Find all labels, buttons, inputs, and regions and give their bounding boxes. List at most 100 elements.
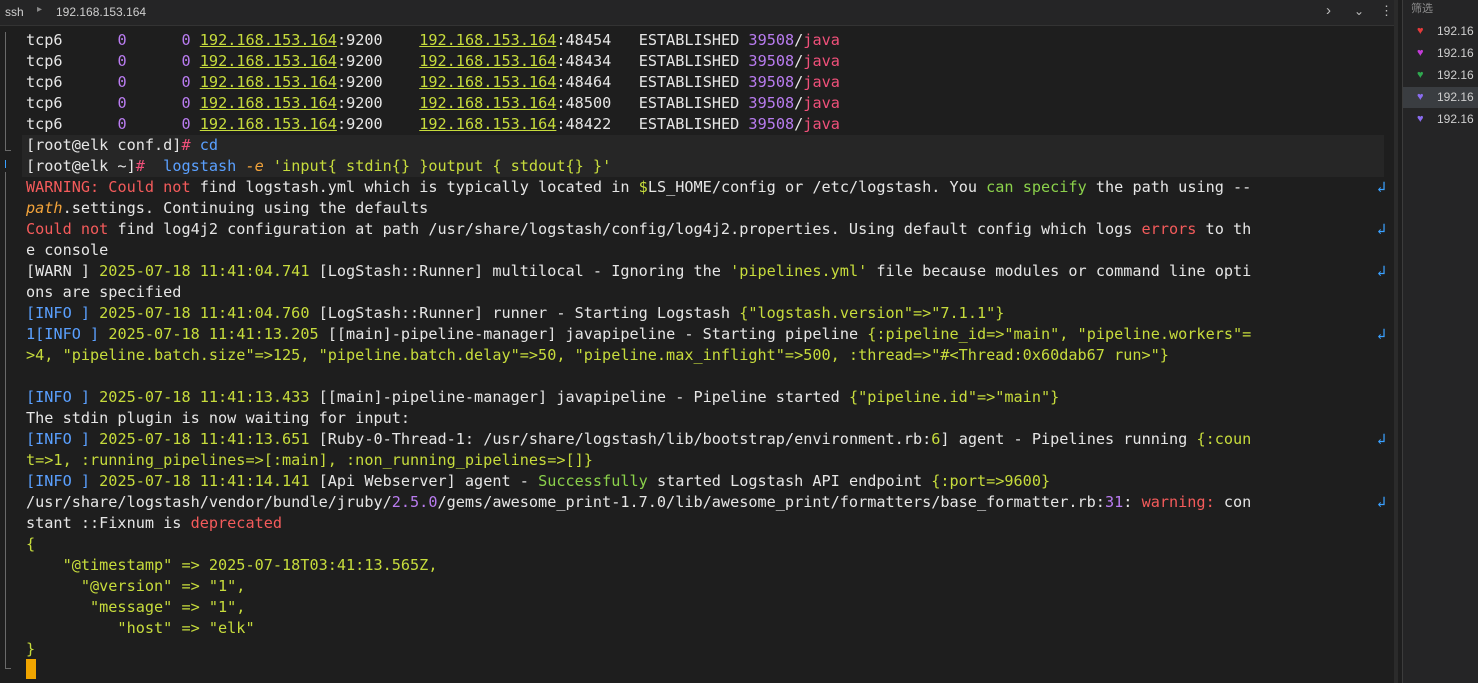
heart-icon: ♥ — [1417, 69, 1424, 81]
terminal-text: started Logstash API endpoint — [647, 472, 932, 490]
terminal-text: :48500 — [556, 94, 612, 112]
chevron-down-icon[interactable]: ⌄ — [1354, 4, 1364, 18]
session-item[interactable]: ♥ 192.16 — [1403, 109, 1478, 130]
heart-icon: ♥ — [1417, 47, 1424, 59]
terminal-text: 0 — [117, 52, 127, 70]
terminal-text: path — [26, 199, 63, 217]
session-label: 192.16 — [1437, 112, 1474, 126]
terminal-text: errors — [1141, 220, 1197, 238]
terminal-text: find logstash.yml which is typically loc… — [199, 178, 639, 196]
more-options-icon[interactable]: ⋮ — [1380, 3, 1393, 19]
terminal-text: stant ::Fixnum is — [26, 514, 191, 532]
terminal-output[interactable]: tcp6 0 0 192.168.153.164 :9200 192.168.15… — [0, 26, 1398, 683]
terminal-line: [INFO ] 2025-07-18 11:41:13.651 [Ruby-0-… — [26, 429, 1386, 450]
terminal-text: "@version" => "1", — [26, 577, 246, 595]
terminal-text: 0 — [117, 31, 127, 49]
session-label: 192.16 — [1437, 46, 1474, 60]
terminal-text: 192.168.153.164 — [199, 52, 337, 70]
terminal-text: 192.168.153.164 — [419, 115, 557, 133]
terminal-text: can specify — [986, 178, 1087, 196]
terminal-line: "host" => "elk" — [26, 618, 1386, 639]
terminal-text: {:port=>9600} — [931, 472, 1051, 490]
terminal-text: The stdin plugin is now waiting for inpu… — [26, 409, 411, 427]
terminal-text: 0 — [181, 73, 191, 91]
terminal-text: 0 — [181, 52, 191, 70]
terminal-text: java — [803, 94, 840, 112]
session-item[interactable]: ♥ 192.16 — [1403, 43, 1478, 64]
terminal-text: [WARN ] — [26, 262, 100, 280]
terminal-text: tcp6 — [26, 52, 118, 70]
terminal-text: cd — [199, 136, 219, 154]
terminal-line: [WARN ] 2025-07-18 11:41:04.741 [LogStas… — [26, 261, 1386, 282]
terminal-line: "@version" => "1", — [26, 576, 1386, 597]
terminal-text: 39508 — [748, 73, 795, 91]
chevron-right-icon[interactable]: › — [1326, 2, 1331, 19]
filter-label[interactable]: 筛选 — [1411, 0, 1433, 16]
terminal-text: {:pipeline_id=>"main", "pipeline.workers… — [867, 325, 1252, 343]
terminal-text: >4, "pipeline.batch.size"=>125, "pipelin… — [26, 346, 1169, 364]
terminal-line: tcp6 0 0 192.168.153.164:9200 192.168.15… — [26, 72, 1386, 93]
session-sidebar: 筛选 ♥ 192.16 ♥ 192.16 ♥ 192.16 ♥ 192.16 ♥ 192.16 — [1402, 0, 1478, 683]
terminal-text: 2025-07-18 11:41:13.433 — [99, 388, 310, 406]
terminal-text: $ — [638, 178, 648, 196]
terminal-text: / — [794, 31, 804, 49]
terminal-text: [INFO ] — [26, 472, 100, 490]
terminal-text: ons are specified — [26, 283, 182, 301]
terminal-text: t=>1, :running_pipelines=>[:main], :non_… — [26, 451, 593, 469]
terminal-text: [root@elk ~] — [26, 157, 136, 175]
terminal-text: [INFO ] — [26, 430, 100, 448]
terminal-text: 1 — [26, 325, 36, 343]
terminal-text: LS_HOME/config or /etc/logstash. You — [647, 178, 987, 196]
terminal-line: tcp6 0 0 192.168.153.164:9200 192.168.15… — [26, 93, 1386, 114]
terminal-text: 192.168.153.164 — [199, 115, 337, 133]
terminal-line: [root@elk conf.d]# cd — [22, 135, 1384, 156]
terminal-text: 192.168.153.164 — [419, 52, 557, 70]
session-item[interactable]: ♥ 192.16 — [1403, 87, 1478, 108]
terminal-line: 1[INFO ] 2025-07-18 11:41:13.205 [[main]… — [26, 324, 1386, 345]
terminal-text: deprecated — [190, 514, 283, 532]
terminal-text: e console — [26, 241, 109, 259]
vertical-scrollbar[interactable] — [1394, 0, 1398, 683]
terminal-line: Could not find log4j2 configuration at p… — [26, 219, 1386, 240]
terminal-line: [root@elk ~]# logstash -e 'input{ stdin{… — [22, 156, 1384, 177]
terminal-text: "@timestamp" => — [26, 556, 209, 574]
terminal-line: /usr/share/logstash/vendor/bundle/jruby/… — [26, 492, 1386, 513]
terminal-text: to th — [1196, 220, 1252, 238]
host-address[interactable]: 192.168.153.164 — [56, 5, 146, 19]
terminal-text: con — [1214, 493, 1252, 511]
terminal-text: 'pipelines.yml' — [730, 262, 868, 280]
terminal-text: 2025-07-18 11:41:13.205 — [108, 325, 319, 343]
terminal-text: [LogStash::Runner] multilocal - Ignoring… — [309, 262, 731, 280]
terminal-text: tcp6 — [26, 115, 118, 133]
terminal-text: 2.5.0 — [391, 493, 438, 511]
session-item[interactable]: ♥ 192.16 — [1403, 65, 1478, 86]
terminal-text: [[main]-pipeline-manager] javapipeline -… — [318, 325, 868, 343]
terminal-text: 192.168.153.164 — [419, 31, 557, 49]
terminal-text: [LogStash::Runner] runner - Starting Log… — [309, 304, 740, 322]
terminal-line: >4, "pipeline.batch.size"=>125, "pipelin… — [26, 345, 1386, 366]
terminal-text: {"logstash.version"=>"7.1.1"} — [739, 304, 1005, 322]
terminal-line: } — [26, 639, 1386, 660]
session-label: 192.16 — [1437, 90, 1474, 104]
terminal-line: [INFO ] 2025-07-18 11:41:13.433 [[main]-… — [26, 387, 1386, 408]
terminal-text: 2025-07-18 11:41:13.651 — [99, 430, 310, 448]
terminal-text: WARNING: — [26, 178, 100, 196]
terminal-line: tcp6 0 0 192.168.153.164:9200 192.168.15… — [26, 51, 1386, 72]
terminal-text: / — [794, 73, 804, 91]
terminal-text: [INFO ] — [26, 388, 100, 406]
terminal-text: 192.168.153.164 — [419, 73, 557, 91]
terminal-text: :9200 — [336, 94, 383, 112]
session-item[interactable]: ♥ 192.16 — [1403, 21, 1478, 42]
terminal-text: :9200 — [336, 31, 383, 49]
terminal-text: / — [794, 52, 804, 70]
protocol-label: ssh — [5, 5, 24, 19]
terminal-text: 2025-07-18 11:41:04.741 — [99, 262, 310, 280]
terminal-text: 192.168.153.164 — [199, 73, 337, 91]
